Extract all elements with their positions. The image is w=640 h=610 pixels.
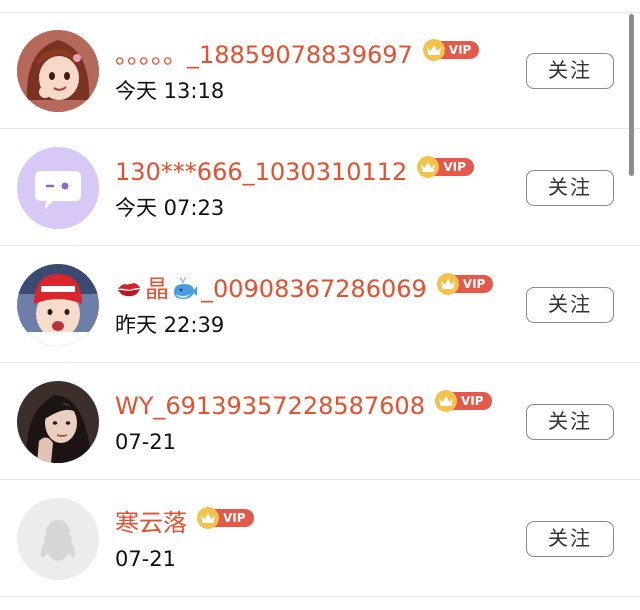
vip-badge: VIP: [434, 390, 492, 412]
crown-icon: [197, 507, 219, 529]
timestamp: 07-21: [115, 430, 177, 454]
name-line: 130***666_1030310112 VIP: [115, 156, 474, 188]
username[interactable]: 寒云落: [115, 507, 187, 539]
list-item-user-2[interactable]: 130***666_1030310112 VIP 今天 07:23 关注: [0, 130, 640, 246]
follow-button[interactable]: 关注: [526, 53, 614, 89]
name-line: WY_69139357228587608 VIP: [115, 390, 492, 422]
follow-button[interactable]: 关注: [526, 170, 614, 206]
username-suffix[interactable]: _00908367286069: [201, 273, 427, 305]
divider: [0, 245, 640, 246]
crown-icon: [422, 39, 445, 61]
avatar[interactable]: [17, 381, 99, 463]
follow-button[interactable]: 关注: [526, 521, 614, 557]
username[interactable]: WY_69139357228587608: [115, 390, 425, 422]
timestamp: 今天 13:18: [115, 79, 225, 103]
kiss-mark-icon: [118, 283, 140, 297]
list-item-user-4[interactable]: WY_69139357228587608 VIP 07-21 关注: [0, 364, 640, 480]
vip-badge: VIP: [197, 507, 254, 529]
avatar[interactable]: [17, 498, 99, 580]
crown-icon: [436, 273, 459, 295]
name-line: 晶 _00908367286069 VIP: [115, 273, 494, 305]
timestamp: 昨天 22:39: [115, 313, 225, 337]
whale-icon: [174, 277, 197, 299]
list-item-user-5[interactable]: 寒云落 VIP 07-21 关注: [0, 481, 640, 597]
follow-button[interactable]: 关注: [526, 404, 614, 440]
divider: [0, 479, 640, 480]
avatar[interactable]: [17, 147, 99, 229]
username[interactable]: 。。。。。_18859078839697: [115, 39, 413, 71]
divider: [0, 596, 640, 597]
list-item-user-1[interactable]: 。。。。。_18859078839697 VIP 今天 13:18 关注: [0, 13, 640, 129]
list-item-user-3[interactable]: 晶 _00908367286069 VIP 昨天 22:39 关注: [0, 247, 640, 363]
timestamp: 今天 07:23: [115, 196, 225, 220]
follow-button[interactable]: 关注: [526, 287, 614, 323]
divider: [0, 128, 640, 129]
name-line: 。。。。。_18859078839697 VIP: [115, 39, 480, 71]
vip-badge: VIP: [417, 156, 474, 178]
child-red-hat-avatar-icon: [17, 264, 99, 346]
name-line: 寒云落 VIP: [115, 507, 254, 539]
vip-badge: VIP: [436, 273, 494, 295]
anime-girl-avatar-icon: [17, 30, 99, 112]
default-penguin-avatar-icon: [17, 498, 99, 580]
user-list: 。。。。。_18859078839697 VIP 今天 13:18 关注 130…: [0, 0, 640, 610]
username[interactable]: 130***666_1030310112: [115, 156, 407, 188]
crown-icon: [434, 390, 457, 412]
scrollbar[interactable]: [629, 14, 634, 176]
timestamp: 07-21: [115, 547, 177, 571]
divider: [0, 362, 640, 363]
avatar[interactable]: [17, 264, 99, 346]
username-prefix[interactable]: 晶: [145, 273, 169, 305]
chat-bubble-avatar-icon: [17, 147, 99, 229]
vip-badge: VIP: [422, 39, 480, 61]
woman-portrait-avatar-icon: [17, 381, 99, 463]
avatar[interactable]: [17, 30, 99, 112]
